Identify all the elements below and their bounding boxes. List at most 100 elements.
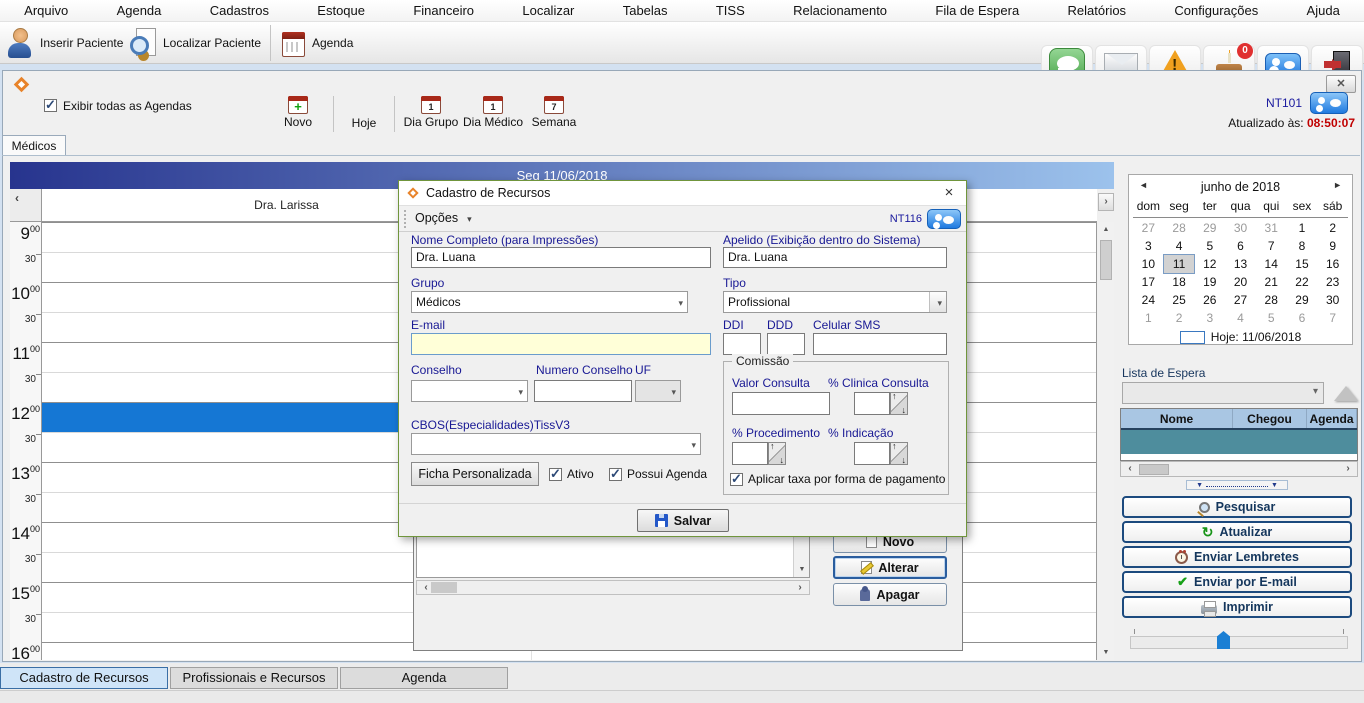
tab-medicos[interactable]: Médicos [2,135,66,156]
hscrollbar-thumb[interactable] [1139,464,1169,475]
help-user-button[interactable] [1310,92,1348,114]
dia-grupo-button[interactable]: Dia Grupo [400,96,462,129]
clinica-pct-spinner[interactable] [854,392,908,415]
scroll-left-arrow-icon[interactable] [1123,463,1137,475]
calendar-day-15[interactable]: 15 [1287,255,1318,273]
calendar-day-4[interactable]: 4 [1225,309,1256,327]
ativo-checkbox-row[interactable]: Ativo [549,467,594,481]
email-field[interactable] [411,333,711,355]
numero-conselho-field[interactable] [534,380,632,402]
collapse-up-icon[interactable] [1334,386,1358,401]
dialog-titlebar[interactable]: Cadastro de Recursos [399,181,966,206]
dialog-close-button[interactable] [940,184,958,202]
button-enviar-por-e-mail[interactable]: Enviar por E-mail [1122,571,1352,593]
spinner-field-3[interactable] [854,442,890,465]
resource-hthumb[interactable] [431,582,457,593]
scrollbar-thumb[interactable] [1100,240,1112,280]
cel-sms-field[interactable] [813,333,947,355]
calendar-day-2[interactable]: 2 [1317,219,1348,237]
insert-patient-button[interactable]: Inserir Paciente [8,26,123,60]
button-atualizar[interactable]: Atualizar [1122,521,1352,543]
resource-alterar-button[interactable]: Alterar [833,556,947,579]
calendar-day-23[interactable]: 23 [1317,273,1348,291]
valor-consulta-field[interactable] [732,392,830,415]
calendar-day-22[interactable]: 22 [1287,273,1318,291]
calendar-day-26[interactable]: 26 [1194,291,1225,309]
dia-medico-button[interactable]: Dia Médico [462,96,524,129]
calendar-day-29[interactable]: 29 [1287,291,1318,309]
calendar-day-31[interactable]: 31 [1256,219,1287,237]
procedimento-pct-spinner[interactable] [732,442,786,465]
calendar-day-28[interactable]: 28 [1164,219,1195,237]
calendar-day-21[interactable]: 21 [1256,273,1287,291]
menu-item-tabelas[interactable]: Tabelas [613,1,678,20]
calendar-day-8[interactable]: 8 [1287,237,1318,255]
calendar-day-7[interactable]: 7 [1256,237,1287,255]
calendar-day-13[interactable]: 13 [1225,255,1256,273]
calendar-day-28[interactable]: 28 [1256,291,1287,309]
possui-agenda-checkbox-row[interactable]: Possui Agenda [609,467,707,481]
menu-item-arquivo[interactable]: Arquivo [14,1,78,20]
type-select[interactable]: Profissional [723,291,947,313]
zoom-slider-track[interactable] [1130,636,1348,649]
calendar-prev-icon[interactable] [1139,180,1148,190]
calendar-day-18[interactable]: 18 [1164,273,1195,291]
full-name-field[interactable]: Dra. Luana [411,247,711,268]
spinner-buttons-icon-2[interactable] [768,442,786,465]
tab-cadastro-de-recursos[interactable]: Cadastro de Recursos [0,667,168,689]
uf-select[interactable] [635,380,681,402]
ficha-personalizada-button[interactable]: Ficha Personalizada [411,462,539,486]
menu-item-relat-rios[interactable]: Relatórios [1058,1,1137,20]
possui-agenda-checkbox[interactable] [609,468,622,481]
calendar-day-9[interactable]: 9 [1317,237,1348,255]
calendar-day-29[interactable]: 29 [1194,219,1225,237]
indicacao-pct-spinner[interactable] [854,442,908,465]
resource-list-hscrollbar[interactable] [416,580,810,595]
menu-item-estoque[interactable]: Estoque [307,1,375,20]
semana-button[interactable]: Semana [526,96,582,129]
calendar-day-19[interactable]: 19 [1194,273,1225,291]
calendar-day-24[interactable]: 24 [1133,291,1164,309]
calendar-day-17[interactable]: 17 [1133,273,1164,291]
options-menu-button[interactable]: Opções [415,211,472,225]
show-all-agendas-checkbox[interactable] [44,99,57,112]
calendar-today-row[interactable]: Hoje: 11/06/2018 [1129,327,1352,347]
menu-item-ajuda[interactable]: Ajuda [1297,1,1350,20]
conselho-select[interactable] [411,380,528,402]
calendar-day-5[interactable]: 5 [1256,309,1287,327]
calendar-day-12[interactable]: 12 [1194,255,1225,273]
calendar-day-7[interactable]: 7 [1317,309,1348,327]
ativo-checkbox[interactable] [549,468,562,481]
salvar-button[interactable]: Salvar [637,509,729,532]
calendar-day-27[interactable]: 27 [1133,219,1164,237]
calendar-day-4[interactable]: 4 [1164,237,1195,255]
taxa-checkbox-row[interactable]: Aplicar taxa por forma de pagamento [730,472,945,486]
resource-scroll-right-icon[interactable] [793,582,807,594]
calendar-day-30[interactable]: 30 [1225,219,1256,237]
child-window-close-button[interactable] [1326,75,1356,93]
scroll-up-arrow-icon[interactable] [1098,222,1114,237]
menu-item-configura-es[interactable]: Configurações [1164,1,1268,20]
button-imprimir[interactable]: Imprimir [1122,596,1352,618]
calendar-day-16[interactable]: 16 [1317,255,1348,273]
menu-item-localizar[interactable]: Localizar [512,1,584,20]
calendar-day-30[interactable]: 30 [1317,291,1348,309]
spinner-buttons-icon-3[interactable] [890,442,908,465]
taxa-checkbox[interactable] [730,473,743,486]
calendar-day-1[interactable]: 1 [1287,219,1318,237]
calendar-day-10[interactable]: 10 [1133,255,1164,273]
scroll-right-button[interactable] [1098,193,1114,211]
waiting-list-hscrollbar[interactable] [1120,461,1358,477]
novo-button[interactable]: Novo [270,96,326,129]
panel-splitter[interactable] [1186,480,1288,490]
waiting-list-row[interactable] [1121,430,1357,454]
tab-agenda[interactable]: Agenda [340,667,508,689]
menu-item-agenda[interactable]: Agenda [107,1,172,20]
tab-profissionais-e-recursos[interactable]: Profissionais e Recursos [170,667,338,689]
scroll-left-button[interactable] [10,189,42,222]
menu-item-fila-de-espera[interactable]: Fila de Espera [925,1,1029,20]
ddi-field[interactable] [723,333,761,355]
resource-scroll-down-icon[interactable] [794,562,810,577]
menu-item-tiss[interactable]: TISS [706,1,755,20]
menu-item-financeiro[interactable]: Financeiro [403,1,484,20]
